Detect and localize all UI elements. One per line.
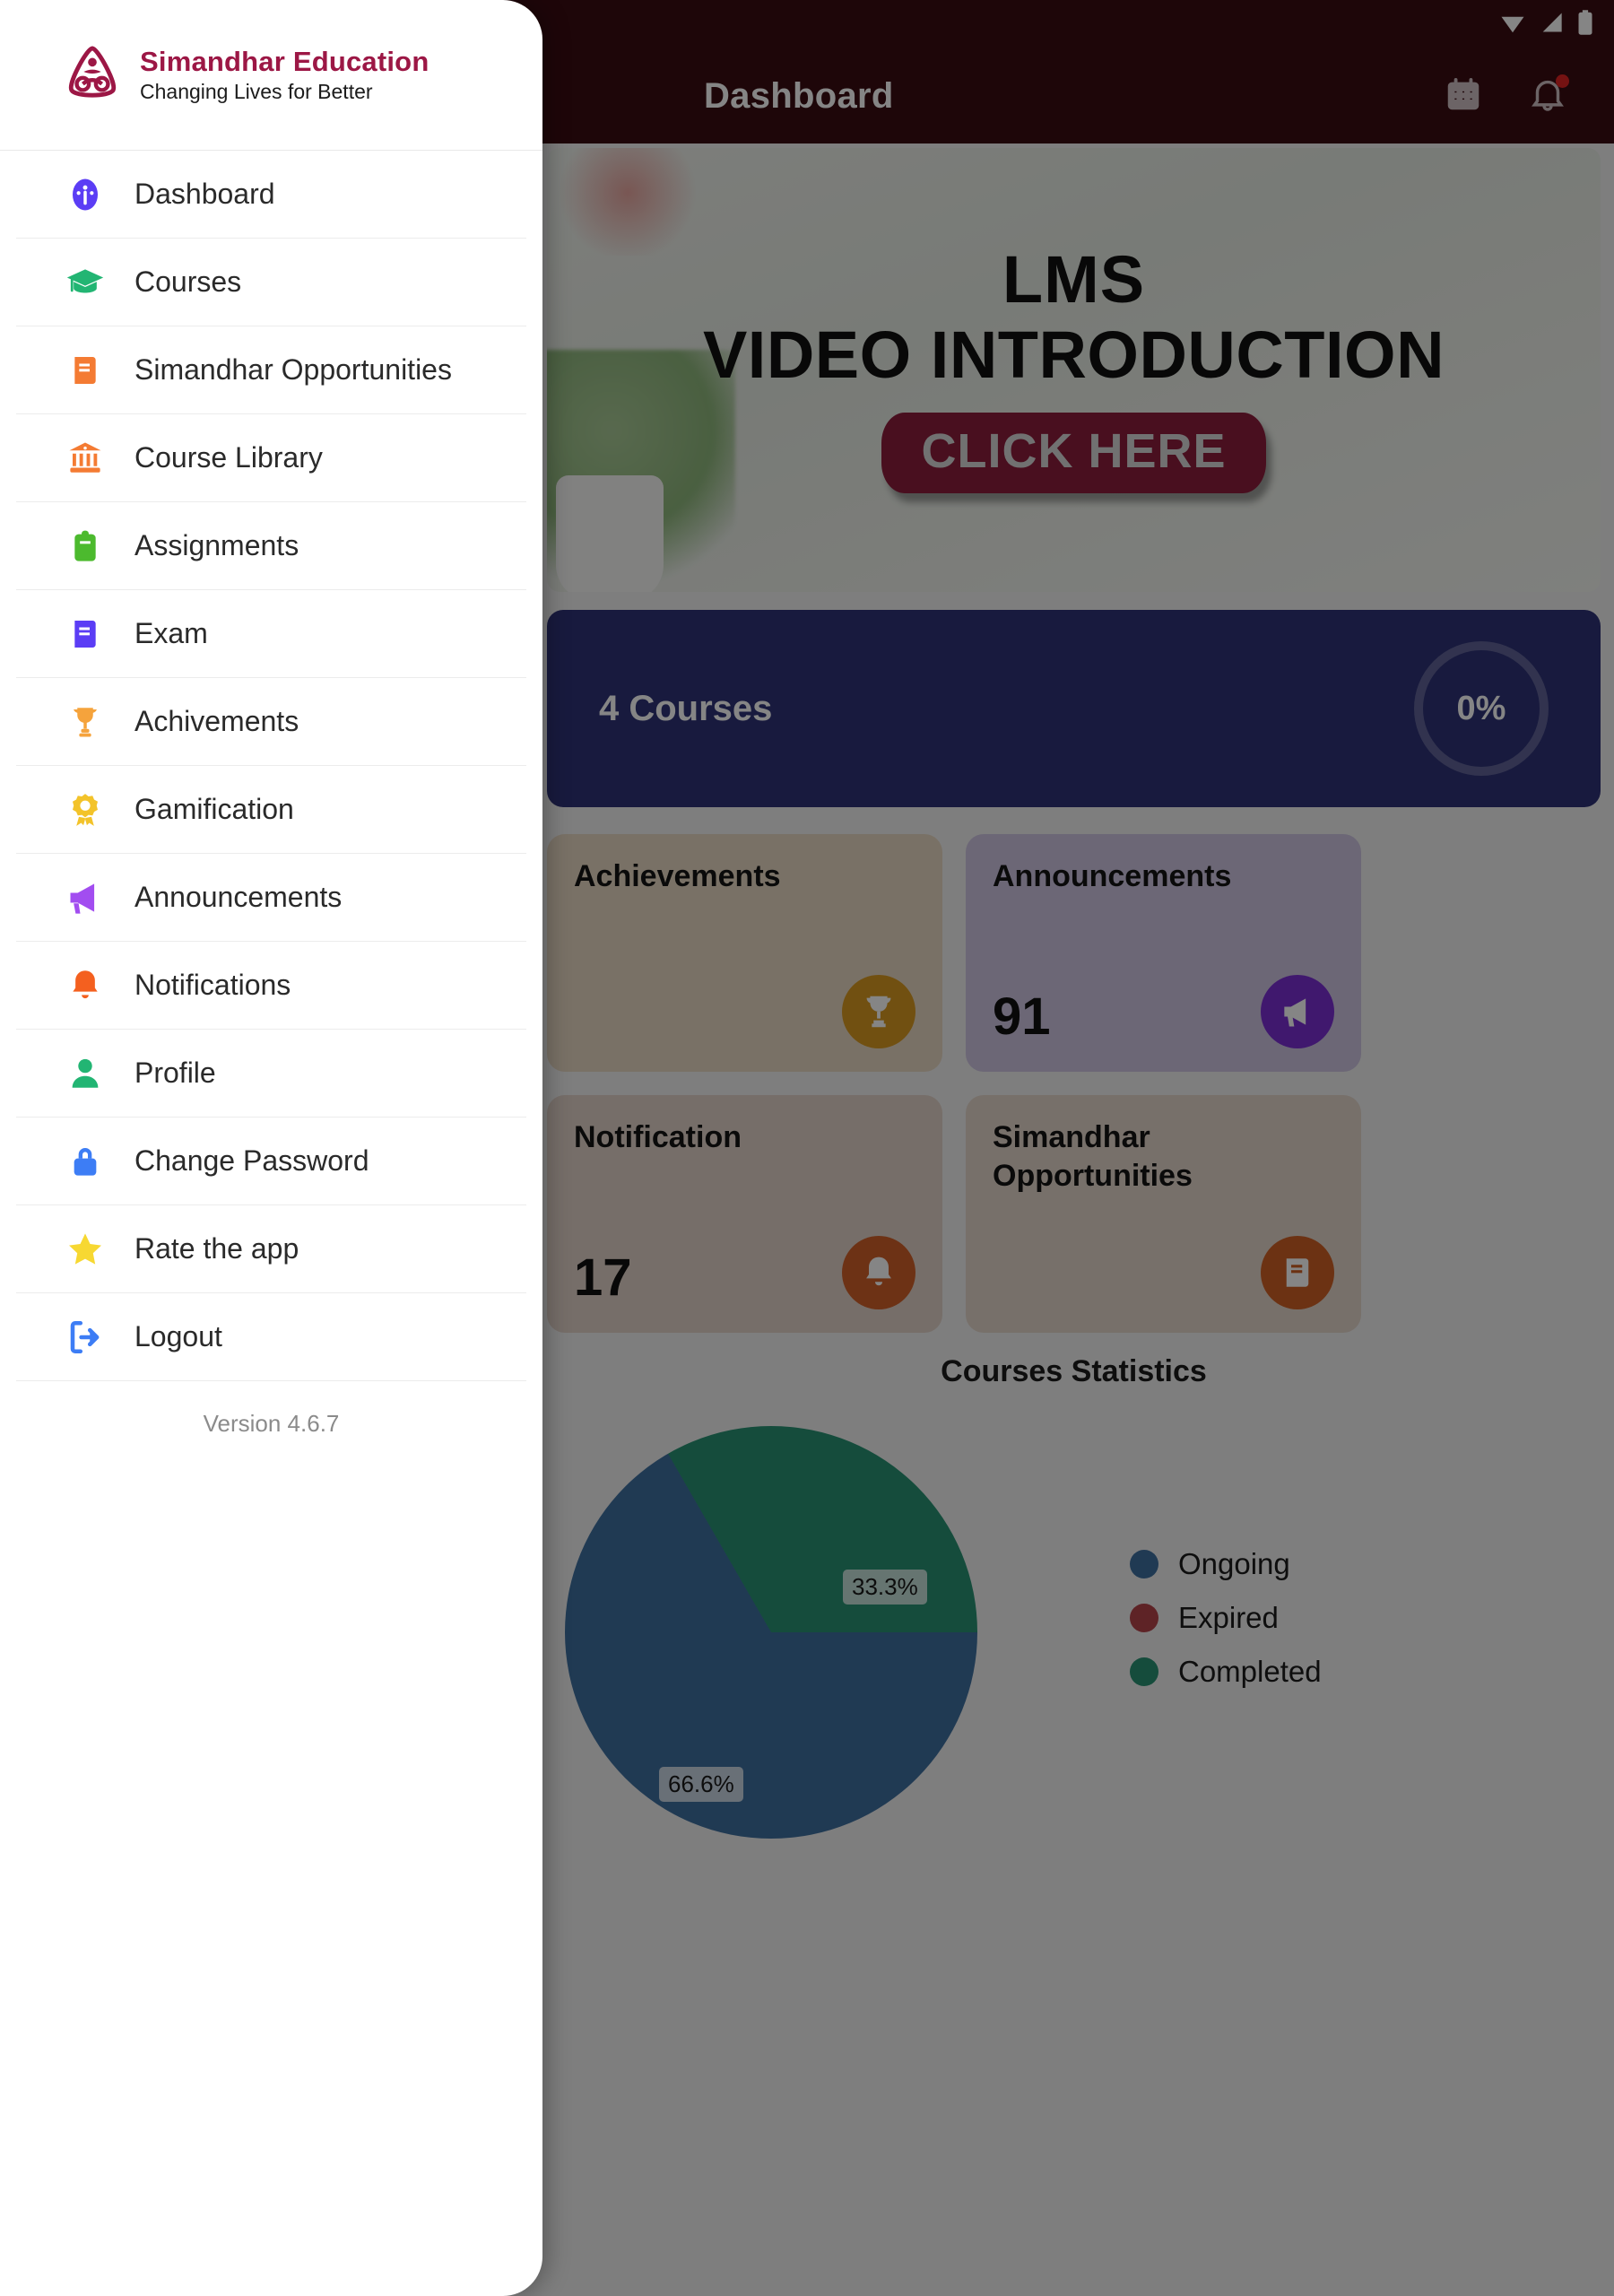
sidebar-item-gamification[interactable]: Gamification xyxy=(16,766,526,854)
medal-icon xyxy=(65,789,106,831)
sidebar-item-course-library[interactable]: Course Library xyxy=(16,414,526,502)
sidebar-item-change-password[interactable]: Change Password xyxy=(16,1118,526,1205)
sidebar-item-notifications[interactable]: Notifications xyxy=(16,942,526,1030)
star-icon xyxy=(65,1229,106,1270)
sidebar-item-dashboard[interactable]: Dashboard xyxy=(16,151,526,239)
app-version: Version 4.6.7 xyxy=(203,1410,340,1437)
book-icon xyxy=(65,613,106,655)
brand-tagline: Changing Lives for Better xyxy=(140,80,373,103)
sidebar-item-assignments[interactable]: Assignments xyxy=(16,502,526,590)
sidebar-item-label: Assignments xyxy=(134,529,299,562)
sidebar-item-label: Dashboard xyxy=(134,178,275,211)
lock-icon xyxy=(65,1141,106,1182)
sidebar-item-label: Exam xyxy=(134,617,208,650)
bell-icon xyxy=(65,965,106,1006)
sidebar-item-label: Gamification xyxy=(134,793,294,826)
gauge-icon xyxy=(65,174,106,215)
sidebar-item-label: Rate the app xyxy=(134,1232,299,1265)
sidebar-item-achivements[interactable]: Achivements xyxy=(16,678,526,766)
sidebar-item-exam[interactable]: Exam xyxy=(16,590,526,678)
simandhar-logo-icon xyxy=(65,45,120,105)
sidebar-item-simandhar-opportunities[interactable]: Simandhar Opportunities xyxy=(16,326,526,414)
sidebar-item-label: Logout xyxy=(134,1320,222,1353)
sidebar-item-label: Profile xyxy=(134,1057,216,1090)
clipboard-icon xyxy=(65,526,106,567)
brand-header: Simandhar Education Changing Lives for B… xyxy=(0,0,542,151)
sidebar-item-logout[interactable]: Logout xyxy=(16,1293,526,1381)
sidebar-item-courses[interactable]: Courses xyxy=(16,239,526,326)
logout-icon xyxy=(65,1317,106,1358)
navigation-drawer: Simandhar Education Changing Lives for B… xyxy=(0,0,542,2296)
graduation-cap-icon xyxy=(65,262,106,303)
sidebar-item-label: Simandhar Opportunities xyxy=(134,353,452,387)
trophy-icon xyxy=(65,701,106,743)
person-icon xyxy=(65,1053,106,1094)
app-root: Dashboard LMS VIDEO INTRODUCTION CLICK H… xyxy=(0,0,1614,2296)
book-icon xyxy=(65,350,106,391)
megaphone-icon xyxy=(65,877,106,918)
drawer-menu: Dashboard Courses Simandhar Opportunitie… xyxy=(0,151,542,1438)
sidebar-item-label: Change Password xyxy=(134,1144,369,1178)
bank-icon xyxy=(65,438,106,479)
sidebar-item-label: Announcements xyxy=(134,881,343,914)
sidebar-item-label: Achivements xyxy=(134,705,299,738)
sidebar-item-announcements[interactable]: Announcements xyxy=(16,854,526,942)
sidebar-item-label: Course Library xyxy=(134,441,323,474)
sidebar-item-rate-the-app[interactable]: Rate the app xyxy=(16,1205,526,1293)
brand-name: Simandhar Education xyxy=(140,46,430,77)
sidebar-item-label: Notifications xyxy=(134,969,291,1002)
sidebar-item-label: Courses xyxy=(134,265,242,299)
sidebar-item-profile[interactable]: Profile xyxy=(16,1030,526,1118)
